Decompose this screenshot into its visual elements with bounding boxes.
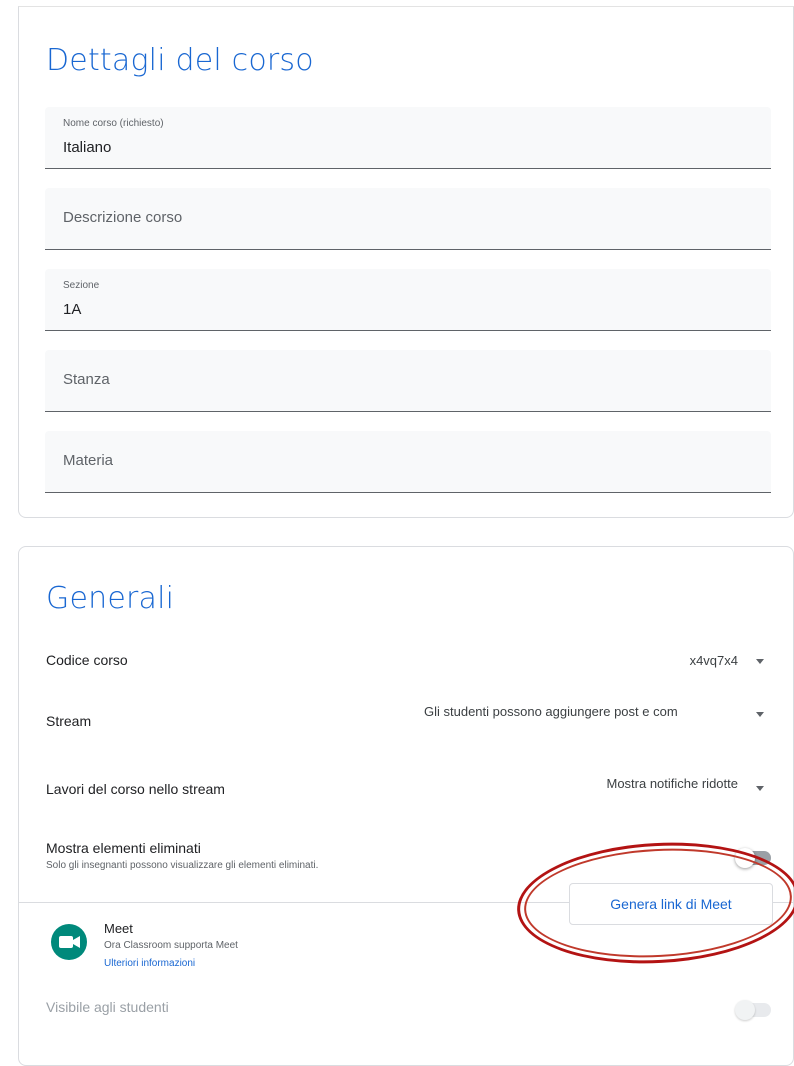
classwork-label: Lavori del corso nello stream xyxy=(46,781,225,797)
course-details-title: Dettagli del corso xyxy=(46,43,314,78)
meet-subtitle: Ora Classroom supporta Meet xyxy=(104,940,238,951)
deleted-items-sublabel: Solo gli insegnanti possono visualizzare… xyxy=(46,860,319,871)
course-code-value[interactable]: x4vq7x4 xyxy=(690,653,738,668)
course-code-dropdown-caret-icon[interactable] xyxy=(756,659,764,664)
meet-title: Meet xyxy=(104,921,133,936)
subject-placeholder: Materia xyxy=(63,452,114,469)
course-description-placeholder: Descrizione corso xyxy=(63,209,183,226)
classwork-value[interactable]: Mostra notifiche ridotte xyxy=(606,776,738,791)
room-field[interactable]: Stanza xyxy=(45,350,771,412)
course-name-label: Nome corso (richiesto) xyxy=(63,118,164,129)
stream-value[interactable]: Gli studenti possono aggiungere post e c… xyxy=(424,704,740,719)
course-name-field[interactable]: Nome corso (richiesto) Italiano xyxy=(45,107,771,169)
course-name-value[interactable]: Italiano xyxy=(63,139,111,156)
course-details-card: Dettagli del corso Nome corso (richiesto… xyxy=(18,6,794,518)
visible-to-students-label: Visibile agli studenti xyxy=(46,999,169,1015)
room-placeholder: Stanza xyxy=(63,371,110,388)
course-code-label: Codice corso xyxy=(46,652,128,668)
classwork-dropdown-caret-icon[interactable] xyxy=(756,786,764,791)
general-title: Generali xyxy=(46,581,175,616)
meet-learn-more-link[interactable]: Ulteriori informazioni xyxy=(104,958,195,969)
subject-field[interactable]: Materia xyxy=(45,431,771,493)
deleted-items-label: Mostra elementi eliminati xyxy=(46,840,201,856)
course-description-field[interactable]: Descrizione corso xyxy=(45,188,771,250)
stream-label: Stream xyxy=(46,713,92,729)
general-card: Generali Codice corso x4vq7x4 Stream Gli… xyxy=(18,546,794,1066)
section-value[interactable]: 1A xyxy=(63,301,81,318)
stream-dropdown-caret-icon[interactable] xyxy=(756,712,764,717)
meet-camera-icon xyxy=(50,923,88,961)
section-field[interactable]: Sezione 1A xyxy=(45,269,771,331)
visible-to-students-toggle[interactable] xyxy=(735,1000,771,1020)
section-label: Sezione xyxy=(63,280,100,291)
toggle-knob xyxy=(735,1000,755,1020)
